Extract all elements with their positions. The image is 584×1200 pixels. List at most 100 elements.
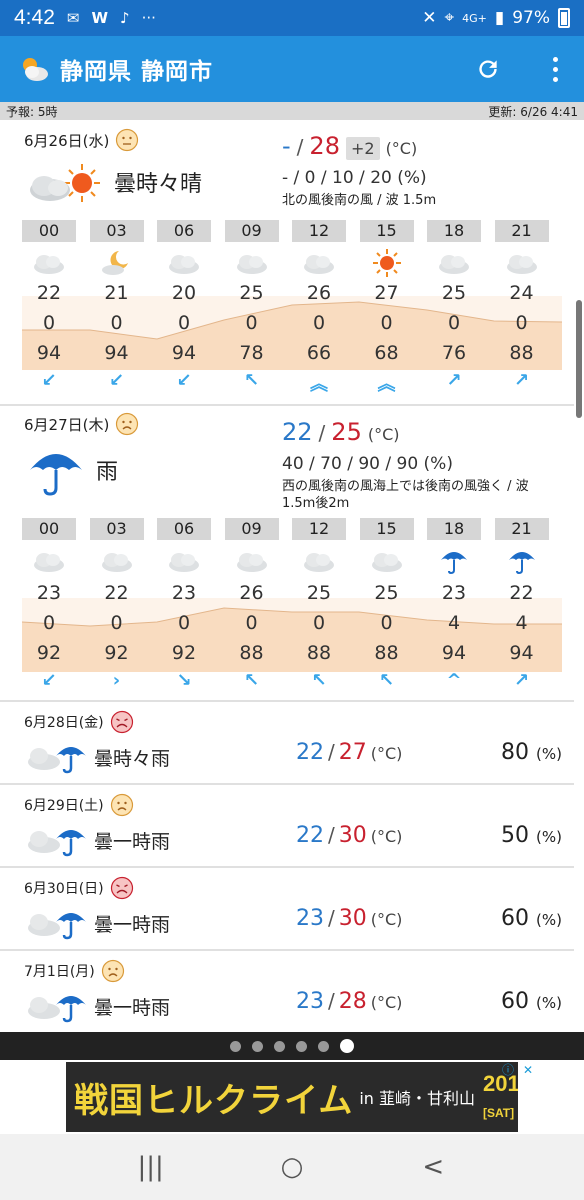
row-precip-probability: 80 (%): [501, 740, 562, 765]
hour-column: 06 23 0 92 ↘: [157, 518, 211, 691]
row-weather-label: 曇時々雨: [94, 748, 171, 770]
wind-direction-icon: ︽: [377, 374, 396, 395]
daily-forecast-row[interactable]: 7月1日(月) 曇一時雨 23/28 (°C) 60 (%): [0, 949, 574, 1029]
hour-temperature: 22: [36, 282, 62, 304]
refresh-icon[interactable]: [475, 56, 501, 82]
temp-min: 22: [282, 418, 313, 446]
hour-precipitation: 0: [312, 612, 326, 634]
hour-label: 12: [292, 518, 346, 540]
comfort-face-icon: [110, 710, 134, 734]
umbrella-icon: [427, 546, 481, 576]
hour-precipitation: 0: [42, 612, 56, 634]
battery-label: 97%: [512, 8, 550, 28]
location-icon: ⌖: [444, 8, 455, 28]
page-dot[interactable]: [296, 1040, 307, 1052]
wind-direction-icon: ︽: [310, 374, 328, 395]
wind-direction-icon: ↗: [446, 370, 462, 391]
hour-label: 21: [494, 220, 549, 242]
scrollbar[interactable]: [576, 300, 582, 418]
ad-banner[interactable]: 戦国ヒルクライム in 韮崎・甘利山 2019. 7.6/7.7 [SAT] […: [66, 1062, 518, 1132]
row-precip-probability: 60 (%): [501, 906, 562, 931]
comfort-face-icon: [110, 793, 134, 817]
hour-label: 18: [427, 518, 481, 540]
back-icon[interactable]: <: [413, 1152, 453, 1182]
page-dot[interactable]: [274, 1040, 285, 1052]
temp-separator: /: [296, 135, 304, 159]
hour-temperature: 23: [441, 582, 467, 604]
hour-label: 15: [359, 518, 414, 540]
temp-unit: (°C): [370, 827, 403, 846]
row-precip-probability: 60 (%): [501, 989, 562, 1014]
forecast-info-strip: 予報: 5時 更新: 6/26 4:41: [0, 102, 584, 120]
ad-area: 戦国ヒルクライム in 韮崎・甘利山 2019. 7.6/7.7 [SAT] […: [0, 1060, 584, 1134]
home-icon[interactable]: ○: [272, 1152, 312, 1182]
temp-min: -: [282, 132, 291, 160]
temp-min: 23: [296, 989, 324, 1014]
cloud-icon: [427, 248, 481, 278]
page-dot[interactable]: [318, 1040, 329, 1052]
hour-column: 00 22 0 94 ↙: [22, 220, 76, 391]
ad-location: in 韮崎・甘利山: [359, 1089, 476, 1108]
recent-apps-icon[interactable]: |||: [131, 1152, 171, 1182]
sun-icon: [360, 248, 414, 278]
cloud-umbrella-icon: [26, 823, 88, 861]
hour-humidity: 94: [36, 342, 62, 364]
forecast-content[interactable]: 6月26日(水) 曇時々晴 - / 28 +2 (°C) - / 0 / 10 …: [0, 120, 574, 1032]
ad-info-icon[interactable]: ⓘ: [500, 1062, 516, 1078]
temp-max: 30: [338, 823, 367, 848]
signal-icon: ▮: [494, 8, 505, 28]
page-indicator[interactable]: [0, 1032, 584, 1060]
day-forecast-today[interactable]: 6月26日(水) 曇時々晴 - / 28 +2 (°C) - / 0 / 10 …: [0, 120, 574, 406]
hour-label: 00: [22, 220, 76, 242]
umbrella-icon: [30, 454, 82, 496]
hour-label: 18: [427, 220, 481, 242]
precip-probability: 40 / 70 / 90 / 90 (%): [282, 454, 453, 474]
daily-forecast-row[interactable]: 6月30日(日) 曇一時雨 23/30 (°C) 60 (%): [0, 866, 574, 946]
hour-precipitation: 0: [380, 312, 393, 334]
page-dot[interactable]: [252, 1040, 263, 1052]
hour-label: 12: [292, 220, 346, 242]
hour-humidity: 76: [441, 342, 467, 364]
wind-direction-icon: ›: [112, 670, 121, 691]
hour-temperature: 23: [171, 582, 197, 604]
hour-column: 18 25 0 76 ↗: [427, 220, 481, 391]
hour-label: 09: [224, 220, 279, 242]
page-dot[interactable]: [230, 1040, 241, 1052]
wind-direction-icon: ↗: [513, 370, 530, 391]
daily-forecast-row[interactable]: 6月28日(金) 曇時々雨 22/27 (°C) 80 (%): [0, 700, 574, 780]
row-temperature-range: 23/28 (°C): [296, 989, 402, 1014]
daily-forecast-row[interactable]: 6月29日(土) 曇一時雨 22/30 (°C) 50 (%): [0, 783, 574, 863]
hour-label: 06: [157, 220, 211, 242]
cloud-umbrella-icon: [26, 989, 88, 1027]
cloud-icon: [225, 248, 279, 278]
row-date: 6月29日(土): [24, 793, 134, 817]
row-weather-label: 曇一時雨: [94, 831, 171, 853]
ad-close-icon[interactable]: ✕: [520, 1062, 536, 1078]
wind-direction-icon: ↖: [378, 670, 395, 691]
hour-humidity: 88: [239, 642, 264, 664]
day-weather: 曇時々晴: [26, 160, 202, 204]
ad-dates: 2019. 7.6/7.7 [SAT] [SUN]: [483, 1071, 518, 1120]
wind-direction-icon: ↙: [41, 370, 57, 391]
hour-label: 15: [359, 220, 414, 242]
temp-separator: /: [328, 989, 335, 1013]
temp-max: 25: [331, 418, 362, 446]
hour-temperature: 25: [239, 282, 264, 304]
temp-unit: (°C): [370, 910, 403, 929]
day-forecast-tomorrow[interactable]: 6月27日(木) 雨 22 / 25 (°C) 40 / 70 / 90 / 9…: [0, 406, 574, 698]
cloud-icon: [360, 546, 414, 576]
overflow-menu-icon[interactable]: [545, 56, 566, 82]
hour-humidity: 88: [374, 642, 399, 664]
temperature-range: 22 / 25 (°C): [282, 418, 400, 446]
hour-temperature: 20: [171, 282, 197, 304]
hour-column: 03 22 0 92 ›: [89, 518, 144, 691]
hour-precipitation: 4: [447, 612, 461, 634]
hour-label: 06: [157, 518, 211, 540]
temp-min: 22: [296, 740, 324, 765]
hour-humidity: 94: [509, 642, 534, 664]
day-weather: 雨: [26, 444, 118, 496]
page-dot[interactable]: [340, 1039, 354, 1053]
hour-humidity: 94: [104, 342, 129, 364]
cloud-icon: [90, 546, 144, 576]
temp-separator: /: [328, 906, 335, 930]
